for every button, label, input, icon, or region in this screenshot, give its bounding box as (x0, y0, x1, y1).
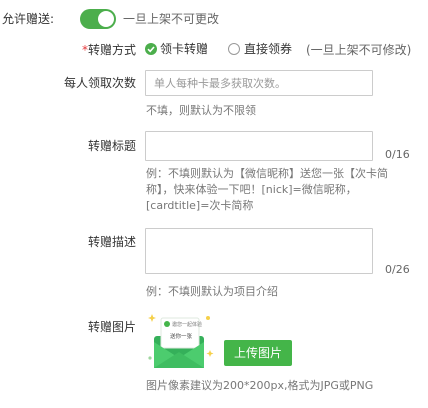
title-counter: 0/16 (385, 148, 410, 161)
per-person-input-wrap (145, 70, 373, 96)
allow-gift-toggle[interactable] (80, 9, 116, 29)
transfer-method-label: *转赠方式 (81, 43, 136, 57)
image-hint: 图片像素建议为200*200px,格式为JPG或PNG (146, 379, 374, 392)
per-person-label: 每人领取次数 (63, 76, 136, 90)
title-hint: 例：不填则默认为【微信昵称】送您一张【次卡简 称】，快来体验一下吧！[nick]… (146, 166, 396, 214)
description-input-wrap (145, 228, 373, 274)
envelope-card-text: 送你一张 (170, 332, 193, 340)
transfer-method-note: (一旦上架不可修改) (306, 43, 412, 57)
radio-unchecked-icon (228, 43, 240, 55)
title-hint-line: 例：不填则默认为【微信昵称】送您一张【次卡简 (146, 167, 388, 180)
radio-receive-card-label: 领卡转赠 (160, 42, 209, 56)
description-hint: 例：不填则默认为项目介绍 (146, 285, 278, 298)
radio-direct-coupon-label: 直接领券 (244, 42, 293, 56)
allow-gift-label: 允许赠送: (2, 12, 55, 26)
description-label: 转赠描述 (87, 235, 136, 249)
title-label: 转赠标题 (87, 139, 136, 153)
radio-checked-icon (145, 43, 157, 55)
title-hint-line: 称】，快来体验一下吧！[nick]=微信昵称， (146, 183, 357, 196)
radio-direct-coupon[interactable]: 直接领券 (228, 42, 292, 56)
envelope-card-brand: 邀您一起体验 (172, 321, 202, 328)
allow-gift-note: 一旦上架不可更改 (123, 12, 220, 26)
envelope-image: 邀您一起体验 送你一张 (146, 312, 216, 374)
upload-image-button[interactable]: 上传图片 (224, 340, 292, 366)
title-input-wrap (145, 131, 373, 161)
title-input[interactable] (146, 132, 372, 160)
title-hint-line: [cardtitle]=次卡简称 (146, 199, 254, 212)
description-counter: 0/26 (385, 263, 410, 276)
per-person-hint: 不填，则默认为不限领 (146, 104, 256, 117)
radio-receive-card[interactable]: 领卡转赠 (145, 42, 208, 56)
image-label: 转赠图片 (87, 320, 136, 334)
transfer-method-label-text: 转赠方式 (87, 43, 136, 57)
per-person-input[interactable] (146, 71, 372, 95)
toggle-knob (98, 11, 114, 27)
description-textarea[interactable] (146, 229, 372, 273)
